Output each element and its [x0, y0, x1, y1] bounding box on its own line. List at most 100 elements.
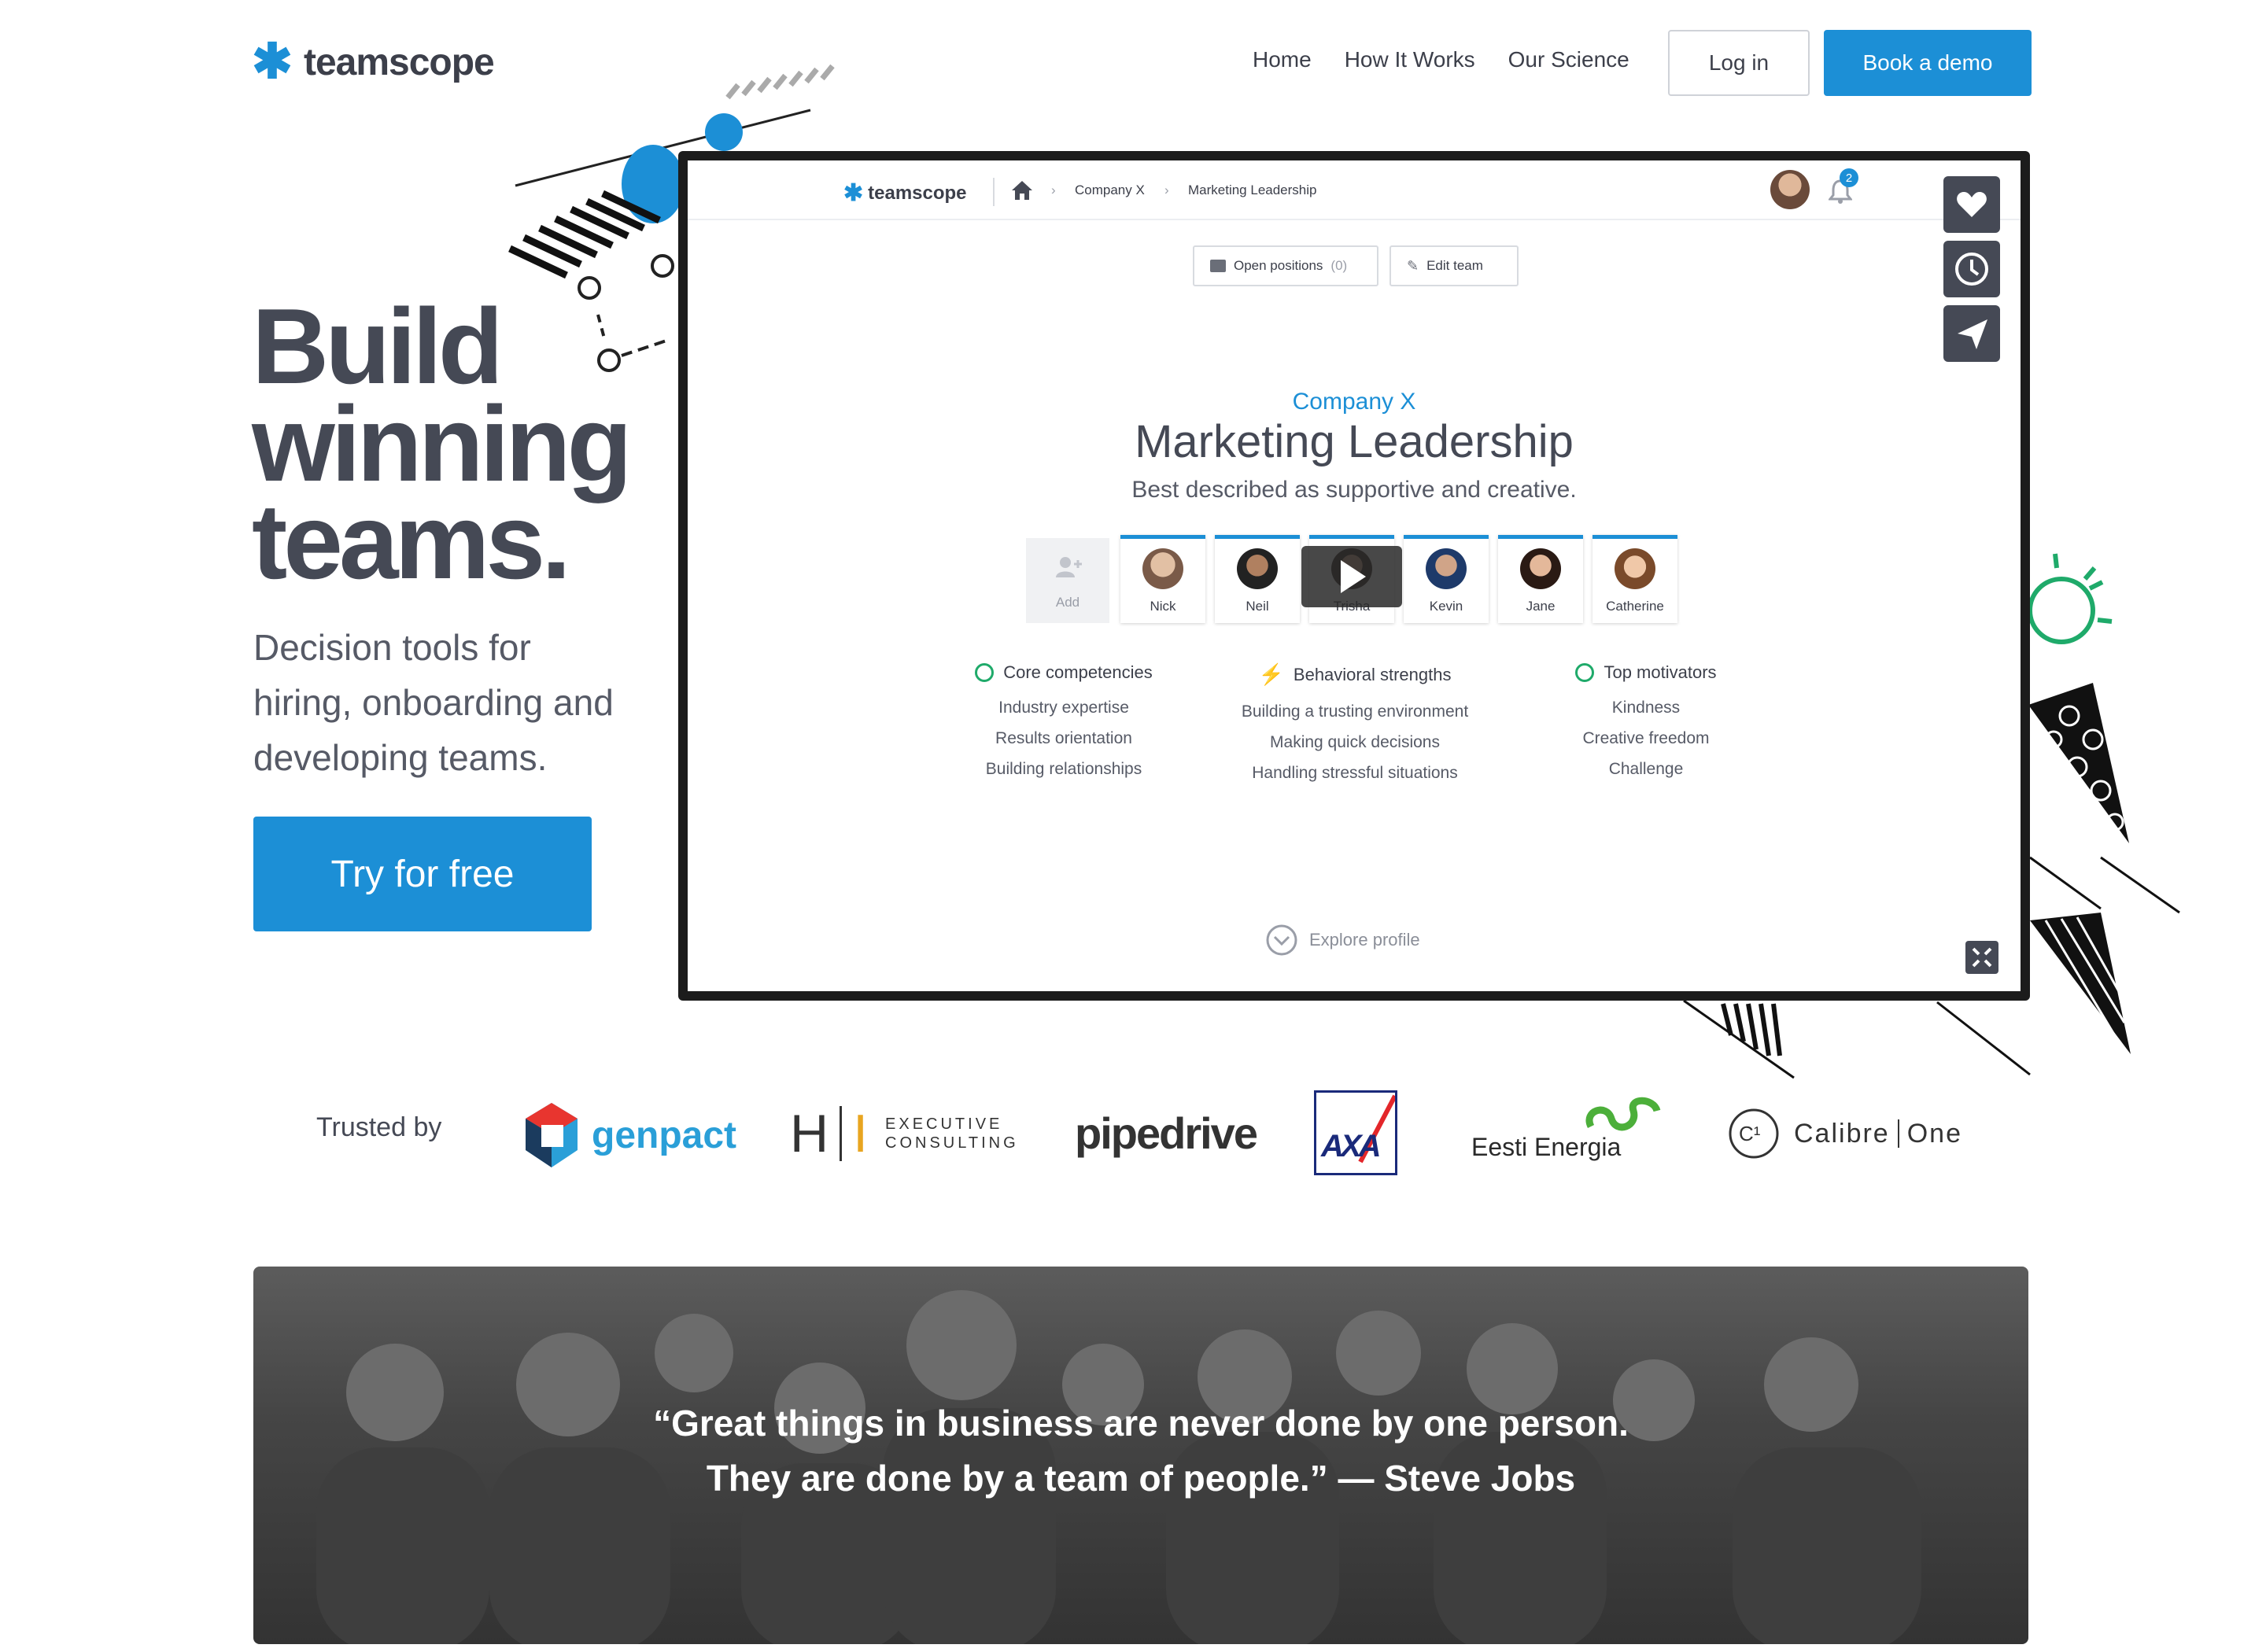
axa-wordmark: AXA: [1321, 1129, 1381, 1163]
preview-logo: ✱ teamscope: [843, 179, 967, 207]
explore-profile-link[interactable]: Explore profile: [1265, 924, 1420, 957]
heart-icon: [1957, 192, 1987, 217]
briefcase-icon: [1210, 260, 1226, 272]
open-positions-count: (0): [1330, 258, 1348, 273]
hi-tagline: EXECUTIVE CONSULTING: [885, 1115, 1019, 1152]
hero-subtitle: Decision tools for hiring, onboarding an…: [253, 620, 694, 785]
edit-team-button[interactable]: ✎ Edit team: [1389, 245, 1519, 286]
nav-home[interactable]: Home: [1253, 47, 1312, 72]
calibre-one-logo: C¹ Calibre One: [1728, 1108, 1962, 1160]
pipedrive-logo: pipedrive: [1075, 1108, 1258, 1158]
hero-title-line: winning: [252, 384, 633, 503]
genpact-mark-icon: [526, 1103, 578, 1167]
chevron-right-icon: ›: [1051, 183, 1056, 197]
compass-icon: [1575, 663, 1595, 682]
hero-subtitle-line: developing teams.: [253, 737, 548, 778]
member-card-jane[interactable]: Jane: [1498, 535, 1583, 623]
column-item: Creative freedom: [1582, 729, 1710, 747]
add-member-card[interactable]: Add: [1026, 538, 1109, 623]
genpact-logo: genpact: [524, 1101, 736, 1169]
pencil-icon: ✎: [1407, 257, 1419, 274]
preview-header-divider: [688, 219, 2021, 220]
eesti-energia-logo: Eesti Energia: [1468, 1095, 1665, 1171]
quote-line: They are done by a team of people.” — St…: [706, 1458, 1576, 1499]
column-title: Behavioral strengths: [1293, 664, 1452, 684]
breadcrumb-company[interactable]: Company X: [1075, 183, 1145, 198]
column-title: Core competencies: [1003, 662, 1153, 682]
divider: [993, 178, 995, 206]
chevron-right-icon: ›: [1164, 183, 1169, 197]
member-avatar: [1426, 548, 1467, 589]
column-item: Challenge: [1608, 760, 1684, 778]
user-avatar[interactable]: [1770, 170, 1810, 209]
member-name: Neil: [1246, 599, 1269, 614]
notification-badge: 2: [1840, 168, 1858, 187]
company-name[interactable]: Company X: [688, 389, 2021, 415]
try-for-free-button[interactable]: Try for free: [253, 817, 592, 931]
leaf-icon: [975, 663, 995, 682]
explore-profile-label: Explore profile: [1309, 930, 1420, 950]
hero-title: Build winning teams.: [252, 286, 633, 601]
steve-jobs-quote: “Great things in business are never done…: [253, 1396, 2028, 1506]
share-button[interactable]: [1943, 305, 2000, 362]
add-label: Add: [1055, 595, 1080, 610]
history-button[interactable]: [1943, 241, 2000, 297]
nav-our-science[interactable]: Our Science: [1508, 47, 1629, 72]
edit-team-label: Edit team: [1426, 258, 1483, 273]
home-icon[interactable]: [1010, 179, 1034, 201]
calibre-mark-icon: C¹: [1729, 1108, 1779, 1159]
member-card-catherine[interactable]: Catherine: [1592, 535, 1677, 623]
calibre-wordmark: Calibre: [1794, 1118, 1890, 1149]
genpact-wordmark: genpact: [592, 1114, 737, 1156]
member-card-kevin[interactable]: Kevin: [1404, 535, 1489, 623]
eesti-energia-wordmark: Eesti Energia: [1471, 1133, 1622, 1161]
member-name: Kevin: [1429, 599, 1463, 614]
member-name: Jane: [1526, 599, 1556, 614]
hi-letter-h: H: [790, 1104, 829, 1163]
expand-icon: [1972, 947, 1992, 968]
axa-logo: AXA: [1314, 1090, 1397, 1175]
divider: [1897, 1119, 1899, 1148]
member-avatar: [1142, 548, 1183, 589]
video-play-button[interactable]: [1301, 546, 1402, 607]
open-positions-button[interactable]: Open positions (0): [1193, 245, 1378, 286]
hi-letter-i: I: [853, 1104, 869, 1163]
brand-logo[interactable]: ✱ teamscope: [252, 35, 495, 89]
play-icon: [1341, 560, 1366, 593]
favorite-button[interactable]: [1943, 176, 2000, 233]
hero-title-line: teams.: [252, 481, 571, 601]
member-card-neil[interactable]: Neil: [1215, 535, 1300, 623]
open-positions-label: Open positions: [1234, 258, 1323, 273]
member-name: Catherine: [1606, 599, 1664, 614]
asterisk-icon: ✱: [252, 35, 293, 89]
column-title: Top motivators: [1604, 662, 1717, 682]
hero-subtitle-line: Decision tools for: [253, 627, 531, 668]
member-name: Nick: [1150, 599, 1176, 614]
member-avatar: [1237, 548, 1278, 589]
chevron-down-circle-icon: [1266, 924, 1297, 956]
team-title: Marketing Leadership: [1135, 416, 1574, 467]
hero-title-line: Build: [252, 286, 504, 406]
fullscreen-button[interactable]: [1965, 941, 1998, 974]
one-wordmark: One: [1906, 1118, 1962, 1149]
column-item: Kindness: [1611, 699, 1681, 717]
trusted-by-label: Trusted by: [316, 1112, 442, 1142]
asterisk-icon: ✱: [843, 180, 864, 206]
nav-how-it-works[interactable]: How It Works: [1345, 47, 1475, 72]
divider: [840, 1106, 843, 1161]
member-avatar: [1615, 548, 1655, 589]
hi-tagline-line: CONSULTING: [885, 1134, 1019, 1152]
hero-subtitle-line: hiring, onboarding and: [253, 682, 614, 723]
login-button[interactable]: Log in: [1668, 30, 1810, 96]
clock-icon: [1955, 253, 1988, 286]
hi-executive-consulting-logo: H I EXECUTIVE CONSULTING: [790, 1103, 1019, 1164]
paper-plane-icon: [1958, 319, 1987, 349]
breadcrumb-team: Marketing Leadership: [1188, 183, 1317, 197]
top-motivators-column: Top motivators Kindness Creative freedom…: [1473, 662, 1819, 784]
team-description: Best described as supportive and creativ…: [1131, 477, 1577, 503]
logo-text: teamscope: [303, 41, 495, 83]
main-nav: Home How It Works Our Science: [1253, 47, 1629, 72]
member-card-nick[interactable]: Nick: [1120, 535, 1205, 623]
preview-logo-text: teamscope: [868, 182, 967, 204]
book-demo-button[interactable]: Book a demo: [1824, 30, 2032, 96]
